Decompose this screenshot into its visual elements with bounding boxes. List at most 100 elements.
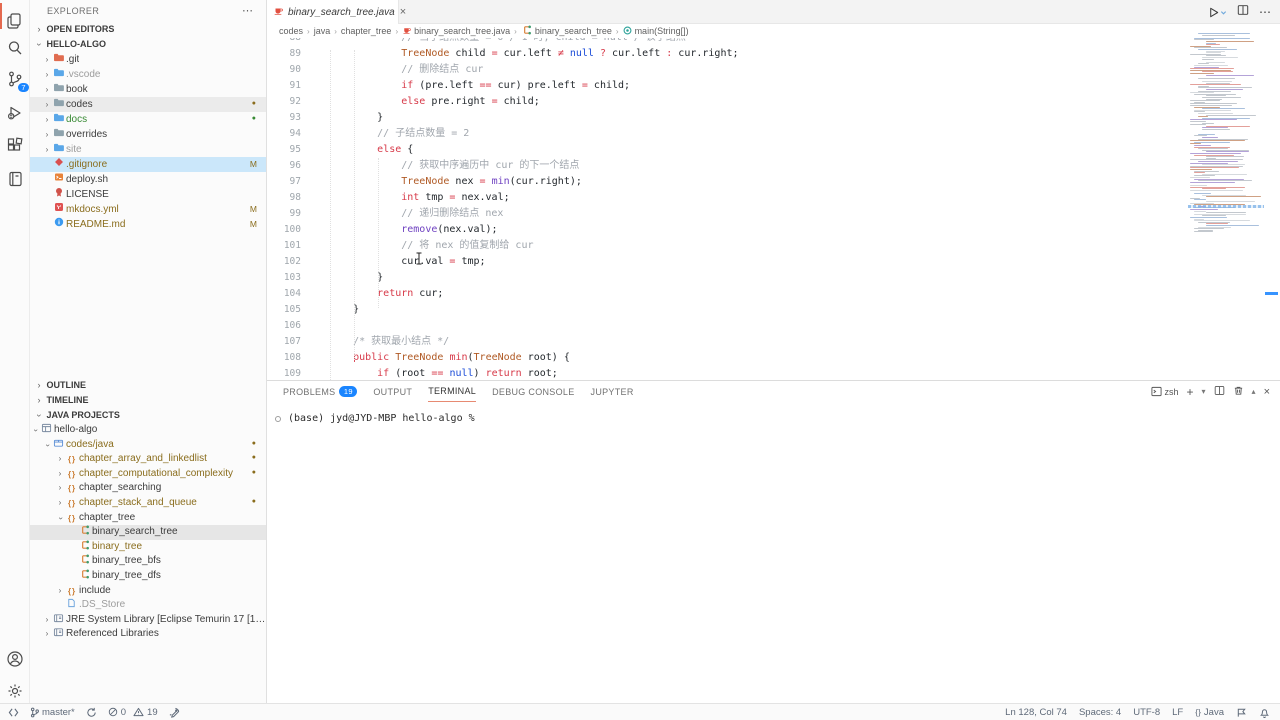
problems-status[interactable]: 0 19 (108, 707, 158, 718)
terminal-dropdown-icon[interactable]: ▾ (1202, 387, 1206, 396)
tree-item-codesjava[interactable]: ›codes/java● (30, 438, 266, 453)
rocket-launch-icon[interactable] (169, 707, 180, 718)
minimap[interactable] (1190, 33, 1262, 243)
code-line-108[interactable]: 108public TreeNode min(TreeNode root) { (267, 350, 1190, 366)
tree-item-chapter_stack_and_queue[interactable]: ›{ }chapter_stack_and_queue● (30, 496, 266, 511)
tree-item-overrides[interactable]: ›overrides (30, 127, 266, 142)
code-line-102[interactable]: 102cur.val = tmp; (267, 254, 1190, 270)
search-icon[interactable] (5, 38, 25, 58)
new-terminal-icon[interactable]: + (1187, 385, 1194, 399)
cursor-position[interactable]: Ln 128, Col 74 (1005, 707, 1067, 718)
panel-tab-output[interactable]: OUTPUT (373, 381, 412, 402)
git-branch-status[interactable]: master* (30, 707, 75, 718)
tree-item-binary_tree_bfs[interactable]: binary_tree_bfs (30, 554, 266, 569)
tree-item-deploy.sh[interactable]: deploy.sh (30, 172, 266, 187)
code-line-92[interactable]: 92else pre.right = child; (267, 94, 1190, 110)
breadcrumb-item[interactable]: binary_search_tree.java (402, 26, 510, 37)
encoding-setting[interactable]: UTF-8 (1133, 707, 1160, 718)
code-line-97[interactable]: 97TreeNode nex = min(cur.right); (267, 174, 1190, 190)
panel-tab-terminal[interactable]: TERMINAL (428, 381, 476, 402)
sidebar-more-actions[interactable]: ⋯ (242, 4, 254, 17)
code-line-103[interactable]: 103} (267, 270, 1190, 286)
code-line-95[interactable]: 95else { (267, 142, 1190, 158)
source-control-icon[interactable]: 7 (5, 69, 25, 89)
panel-tab-problems[interactable]: PROBLEMS19 (283, 381, 357, 402)
section-open-editors[interactable]: › OPEN EDITORS (30, 22, 266, 37)
code-line-105[interactable]: 105} (267, 302, 1190, 318)
section-outline[interactable]: › OUTLINE (30, 378, 266, 393)
tree-item-.ds_store[interactable]: .DS_Store (30, 598, 266, 613)
run-button[interactable] (1207, 6, 1227, 19)
code-line-88[interactable]: 88// 当子结点数量 = 0 / 1 时, child = null / 该子… (267, 38, 1190, 46)
tree-item-include[interactable]: ›{ }include (30, 584, 266, 599)
split-editor-icon[interactable] (1237, 3, 1249, 21)
remote-indicator-icon[interactable] (8, 707, 19, 718)
code-line-106[interactable]: 106 (267, 318, 1190, 334)
split-terminal-icon[interactable] (1214, 385, 1225, 399)
tree-item-docs[interactable]: ›docs● (30, 112, 266, 127)
feedback-icon[interactable] (1236, 707, 1247, 718)
code-line-89[interactable]: 89TreeNode child = cur.left ≠ null ? cur… (267, 46, 1190, 62)
tree-item-.git[interactable]: ›.git (30, 52, 266, 67)
code-line-91[interactable]: 91if (pre.left == cur) pre.left = child; (267, 78, 1190, 94)
section-java-projects[interactable]: › JAVA PROJECTS (30, 408, 266, 423)
breadcrumb-item[interactable]: java (314, 26, 331, 36)
tree-item-chapter_tree[interactable]: ›{ }chapter_tree (30, 511, 266, 526)
section-root-folder[interactable]: › HELLO-ALGO (30, 37, 266, 52)
code-line-101[interactable]: 101// 将 nex 的值复制给 cur (267, 238, 1190, 254)
tree-item-chapter_array_and_linkedlist[interactable]: ›{ }chapter_array_and_linkedlist● (30, 452, 266, 467)
tree-item-book[interactable]: ›book (30, 82, 266, 97)
tree-item-hello-algo[interactable]: ›hello-algo (30, 423, 266, 438)
tree-item-binary_tree_dfs[interactable]: binary_tree_dfs (30, 569, 266, 584)
tree-item-chapter_searching[interactable]: ›{ }chapter_searching (30, 481, 266, 496)
code-line-109[interactable]: 109if (root == null) return root; (267, 366, 1190, 380)
code-line-104[interactable]: 104return cur; (267, 286, 1190, 302)
terminal-prompt[interactable]: (base) jyd@JYD-MBP hello-algo % (288, 413, 475, 424)
panel-tab-jupyter[interactable]: JUPYTER (591, 381, 634, 402)
explorer-icon[interactable] (5, 11, 25, 31)
code-line-93[interactable]: 93} (267, 110, 1190, 126)
tree-item-site[interactable]: ›site (30, 142, 266, 157)
sync-icon[interactable] (86, 707, 97, 718)
tree-item-binary_tree[interactable]: binary_tree (30, 540, 266, 555)
kill-terminal-icon[interactable] (1233, 385, 1244, 399)
breadcrumb-item[interactable]: binary_search_tree (521, 25, 612, 37)
tree-item-referencedlibraries[interactable]: ›Referenced Libraries (30, 627, 266, 642)
settings-gear-icon[interactable] (5, 681, 25, 701)
notebook-icon[interactable] (5, 169, 25, 189)
code-line-98[interactable]: 98int tmp = nex.val; (267, 190, 1190, 206)
code-line-100[interactable]: 100remove(nex.val); (267, 222, 1190, 238)
tree-item-jresystemlibraryeclipsetemurin1717....[interactable]: ›JRE System Library [Eclipse Temurin 17 … (30, 613, 266, 628)
breadcrumb-item[interactable]: chapter_tree (341, 26, 392, 36)
tree-item-.gitignore[interactable]: .gitignoreM (30, 157, 266, 172)
indentation-setting[interactable]: Spaces: 4 (1079, 707, 1121, 718)
breadcrumb-item[interactable]: codes (279, 26, 303, 36)
code-line-107[interactable]: 107/* 获取最小结点 */ (267, 334, 1190, 350)
code-line-94[interactable]: 94// 子结点数量 = 2 (267, 126, 1190, 142)
language-mode[interactable]: {} Java (1195, 707, 1224, 718)
maximize-panel-icon[interactable]: ▴ (1252, 387, 1256, 396)
breadcrumb-item[interactable]: main(String[]) (623, 26, 689, 37)
tree-item-readme.md[interactable]: README.mdM (30, 217, 266, 232)
tree-item-mkdocs.yml[interactable]: mkdocs.ymlM (30, 202, 266, 217)
tree-item-binary_search_tree[interactable]: binary_search_tree (30, 525, 266, 540)
terminal-shell-picker[interactable]: zsh (1151, 386, 1179, 397)
tab-binary-search-tree[interactable]: binary_search_tree.java × (267, 0, 399, 24)
code-viewport[interactable]: 88// 当子结点数量 = 0 / 1 时, child = null / 该子… (267, 38, 1190, 380)
code-line-99[interactable]: 99// 递归删除结点 nex (267, 206, 1190, 222)
run-debug-icon[interactable] (5, 103, 25, 123)
code-line-90[interactable]: 90// 删除结点 cur (267, 62, 1190, 78)
close-panel-icon[interactable]: × (1264, 386, 1270, 398)
tree-item-.vscode[interactable]: ›.vscode (30, 67, 266, 82)
code-line-96[interactable]: 96// 获取中序遍历中 cur 的下一个结点 (267, 158, 1190, 174)
tree-item-chapter_computational_complexity[interactable]: ›{ }chapter_computational_complexity● (30, 467, 266, 482)
tab-close-icon[interactable]: × (400, 6, 406, 18)
section-timeline[interactable]: › TIMELINE (30, 393, 266, 408)
extensions-icon[interactable] (5, 136, 25, 156)
tree-item-codes[interactable]: ›codes● (30, 97, 266, 112)
eol-setting[interactable]: LF (1172, 707, 1183, 718)
tree-item-license[interactable]: LICENSE (30, 187, 266, 202)
account-icon[interactable] (5, 649, 25, 669)
notifications-bell-icon[interactable] (1259, 707, 1270, 718)
more-actions-icon[interactable]: ⋯ (1259, 5, 1272, 19)
